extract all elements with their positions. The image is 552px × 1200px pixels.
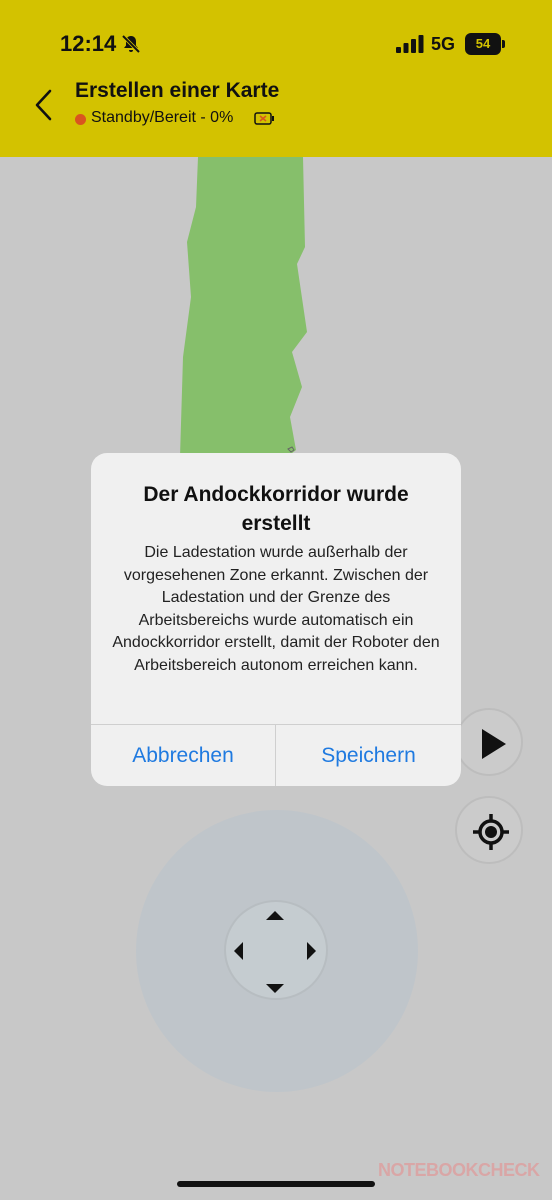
locate-button[interactable] [455, 796, 523, 864]
save-button[interactable]: Speichern [276, 725, 461, 786]
arrow-down-icon[interactable] [266, 984, 284, 993]
bell-muted-icon [121, 34, 141, 54]
joystick[interactable] [136, 810, 418, 1092]
docking-corridor-dialog: Der Andockkorridor wurde erstellt Die La… [91, 453, 461, 786]
play-button[interactable] [455, 708, 523, 776]
arrow-left-icon[interactable] [234, 942, 243, 960]
home-indicator[interactable] [177, 1181, 375, 1187]
dialog-message: Die Ladestation wurde außerhalb der vorg… [112, 544, 440, 674]
back-chevron-icon[interactable] [28, 85, 58, 125]
crosshair-icon [473, 814, 509, 850]
status-bar: 12:14 5G 54 [0, 0, 552, 70]
app-header: Erstellen einer Karte Standby/Bereit - 0… [0, 70, 552, 157]
dialog-title: Der Andockkorridor wurde erstellt [143, 483, 409, 535]
robot-status: Standby/Bereit - 0% [91, 109, 234, 126]
arrow-right-icon[interactable] [307, 942, 316, 960]
battery-level: 54 [475, 36, 491, 51]
battery-icon: 54 [465, 33, 501, 55]
play-icon [482, 729, 506, 759]
page-title: Erstellen einer Karte [75, 79, 280, 102]
battery-nub [502, 40, 505, 48]
cellular-signal-icon [396, 35, 424, 53]
cancel-button[interactable]: Abbrechen [91, 725, 275, 786]
battery-empty-icon [254, 112, 274, 125]
watermark: NOTEBOOKCHECK [378, 1160, 540, 1180]
arrow-up-icon[interactable] [266, 911, 284, 920]
status-dot [75, 114, 86, 125]
network-type: 5G [431, 34, 456, 54]
status-time: 12:14 [60, 31, 117, 56]
joystick-knob[interactable] [224, 900, 328, 1000]
